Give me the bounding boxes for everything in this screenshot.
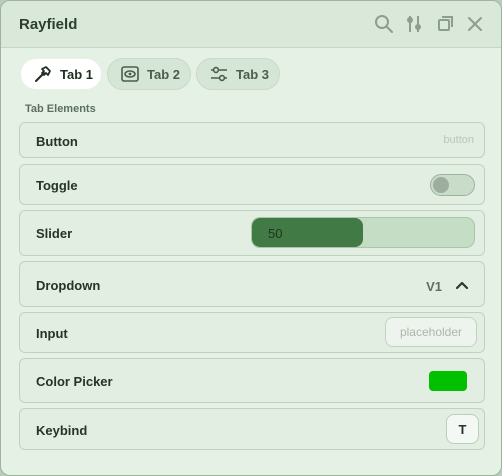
color-swatch[interactable] xyxy=(429,371,467,391)
button-element[interactable]: Button button xyxy=(19,122,485,158)
text-input[interactable]: placeholder xyxy=(385,317,477,347)
dropdown-element[interactable]: Dropdown V1 xyxy=(19,261,485,307)
button-label: Button xyxy=(36,134,78,149)
restore-window-icon[interactable] xyxy=(434,13,456,35)
slider-track[interactable]: 50 xyxy=(251,217,475,248)
tab-2-label: Tab 2 xyxy=(147,66,180,82)
tab-1-label: Tab 1 xyxy=(60,66,93,82)
window-title: Rayfield xyxy=(19,16,78,33)
input-label: Input xyxy=(36,326,68,341)
keybind-element: Keybind T xyxy=(19,408,485,450)
toggle-element: Toggle xyxy=(19,164,485,205)
title-bar: Rayfield xyxy=(1,1,501,48)
slider-label: Slider xyxy=(36,226,73,241)
eye-icon xyxy=(121,66,139,82)
slider-value: 50 xyxy=(268,226,283,241)
sliders-icon xyxy=(211,66,227,82)
hammer-icon xyxy=(35,66,51,82)
color-picker-element: Color Picker xyxy=(19,358,485,403)
dropdown-selected-value: V1 xyxy=(426,279,442,294)
keybind-key[interactable]: T xyxy=(446,414,479,444)
section-header: Tab Elements xyxy=(25,103,96,115)
settings-sliders-icon[interactable] xyxy=(403,13,425,35)
tab-1[interactable]: Tab 1 xyxy=(20,58,102,90)
rayfield-window: Rayfield Tab 1 Tab 2 Tab 3 Tab Elements … xyxy=(0,0,502,476)
color-picker-label: Color Picker xyxy=(36,374,113,389)
toggle-label: Toggle xyxy=(36,178,78,193)
dropdown-label: Dropdown xyxy=(36,278,101,293)
search-icon[interactable] xyxy=(373,13,395,35)
button-hint: button xyxy=(443,134,474,146)
keybind-label: Keybind xyxy=(36,423,88,438)
tab-3-label: Tab 3 xyxy=(236,66,269,82)
input-element: Input placeholder xyxy=(19,312,485,353)
tab-2[interactable]: Tab 2 xyxy=(107,58,191,90)
close-icon[interactable] xyxy=(464,13,486,35)
slider-element: Slider 50 xyxy=(19,210,485,256)
tab-3[interactable]: Tab 3 xyxy=(196,58,280,90)
toggle-knob xyxy=(433,177,449,193)
toggle-switch[interactable] xyxy=(430,174,475,196)
chevron-up-icon[interactable] xyxy=(454,277,470,293)
